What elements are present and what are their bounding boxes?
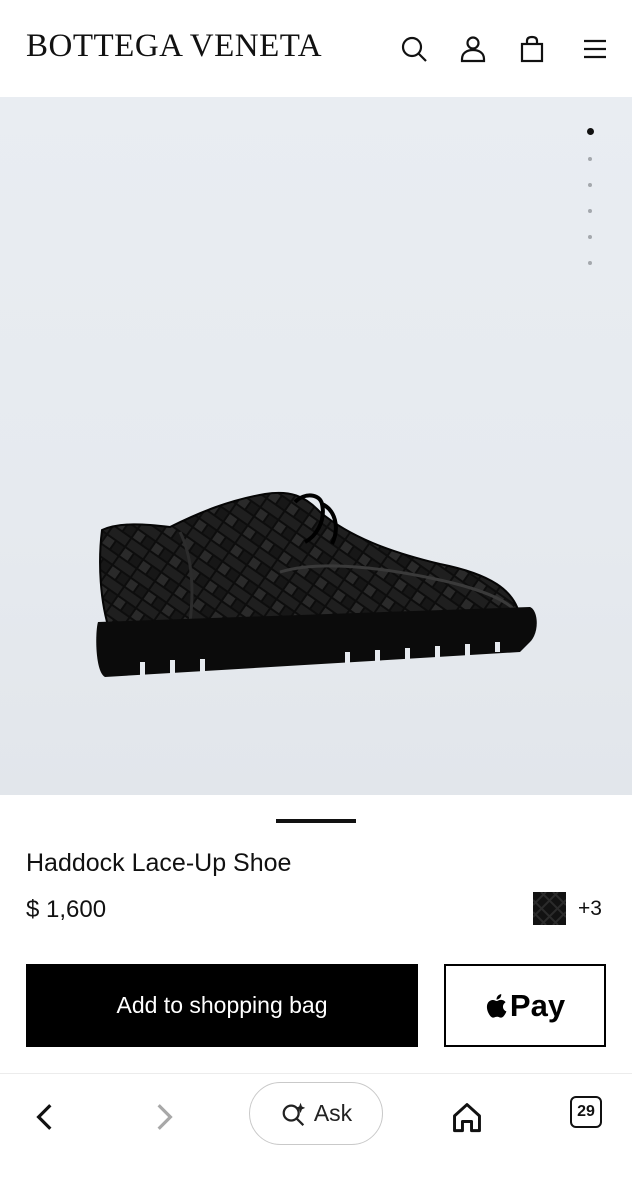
apple-logo-icon <box>486 993 507 1018</box>
gallery-dot[interactable] <box>588 209 592 213</box>
brand-logo[interactable]: BOTTEGA VENETA <box>26 28 322 65</box>
home-button[interactable] <box>442 1092 492 1142</box>
product-price: $ 1,600 <box>26 896 107 923</box>
woven-leather-swatch-icon <box>533 892 566 925</box>
search-icon[interactable] <box>397 32 431 66</box>
site-header: BOTTEGA VENETA <box>0 0 632 97</box>
color-swatch[interactable] <box>533 892 566 925</box>
product-name: Haddock Lace-Up Shoe <box>26 849 292 877</box>
gallery-dot[interactable] <box>588 261 592 265</box>
gallery-dot[interactable] <box>588 235 592 239</box>
tabs-button[interactable]: 29 <box>570 1096 602 1128</box>
account-icon[interactable] <box>456 32 490 66</box>
gallery-progress-indicator <box>276 819 356 823</box>
home-icon <box>453 1103 481 1133</box>
back-button[interactable] <box>20 1092 70 1142</box>
gallery-dot[interactable] <box>588 157 592 161</box>
ask-button[interactable]: Ask <box>249 1082 383 1145</box>
product-image-gallery[interactable] <box>0 97 632 795</box>
forward-button[interactable] <box>139 1092 189 1142</box>
add-to-bag-button[interactable]: Add to shopping bag <box>26 964 418 1047</box>
chevron-left-icon <box>36 1104 52 1130</box>
gallery-dot-active[interactable] <box>586 128 594 135</box>
gallery-pagination <box>583 128 597 287</box>
chevron-right-icon <box>157 1104 173 1130</box>
apple-pay-label: Pay <box>509 987 566 1023</box>
sparkle-search-icon <box>282 1102 306 1126</box>
apple-pay-button[interactable]: Pay <box>444 964 606 1047</box>
ask-label: Ask <box>313 1100 353 1126</box>
gallery-dot[interactable] <box>588 183 592 187</box>
menu-icon[interactable] <box>578 32 612 66</box>
shopping-bag-icon[interactable] <box>515 32 549 66</box>
shoe-image <box>96 491 537 677</box>
browser-toolbar: Ask 29 <box>0 1073 632 1200</box>
more-colors-count[interactable]: +3 <box>578 897 602 921</box>
